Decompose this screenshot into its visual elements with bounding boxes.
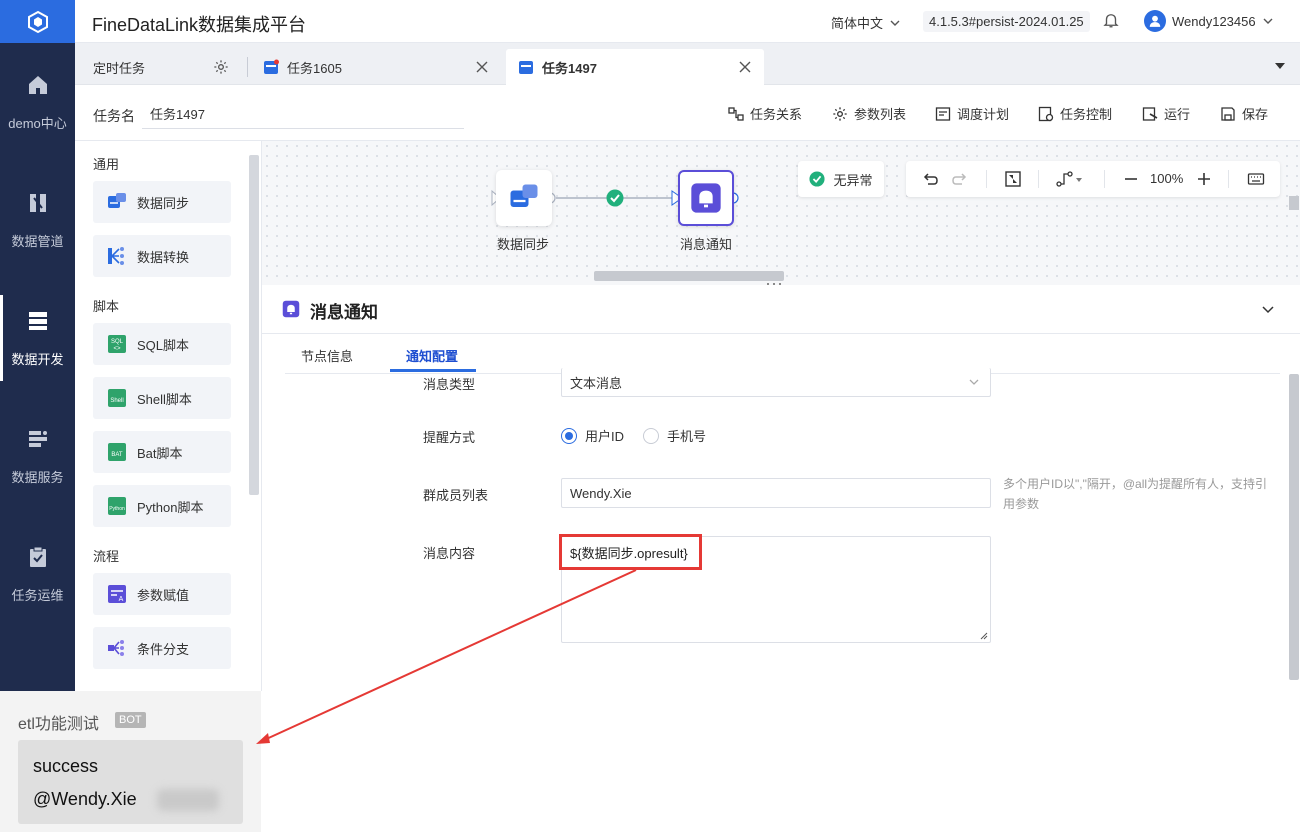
annotation-arrow [256,569,637,744]
